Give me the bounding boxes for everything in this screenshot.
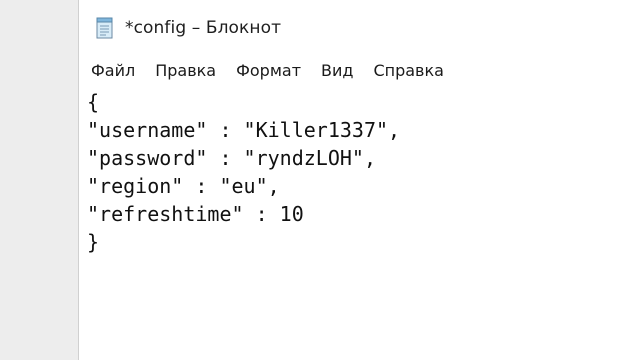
- desktop: *config – Блокнот Файл Правка Формат Вид…: [0, 0, 640, 360]
- text-editor[interactable]: { "username" : "Killer1337", "password" …: [79, 84, 640, 360]
- editor-line: }: [87, 230, 100, 254]
- menu-view[interactable]: Вид: [321, 61, 353, 80]
- editor-line: "region" : "eu",: [87, 174, 280, 198]
- editor-line: "username" : "Killer1337",: [87, 118, 401, 142]
- menu-help[interactable]: Справка: [373, 61, 444, 80]
- editor-line: {: [87, 90, 100, 114]
- window-title: *config – Блокнот: [125, 18, 282, 38]
- editor-line: "refreshtime" : 10: [87, 202, 304, 226]
- notepad-window: *config – Блокнот Файл Правка Формат Вид…: [78, 0, 640, 360]
- menu-file[interactable]: Файл: [91, 61, 135, 80]
- title-bar[interactable]: *config – Блокнот: [79, 0, 640, 56]
- menu-format[interactable]: Формат: [236, 61, 301, 80]
- notepad-icon: [95, 17, 115, 39]
- editor-line: "password" : "ryndzLOH",: [87, 146, 376, 170]
- menu-edit[interactable]: Правка: [155, 61, 216, 80]
- menu-bar: Файл Правка Формат Вид Справка: [79, 56, 640, 84]
